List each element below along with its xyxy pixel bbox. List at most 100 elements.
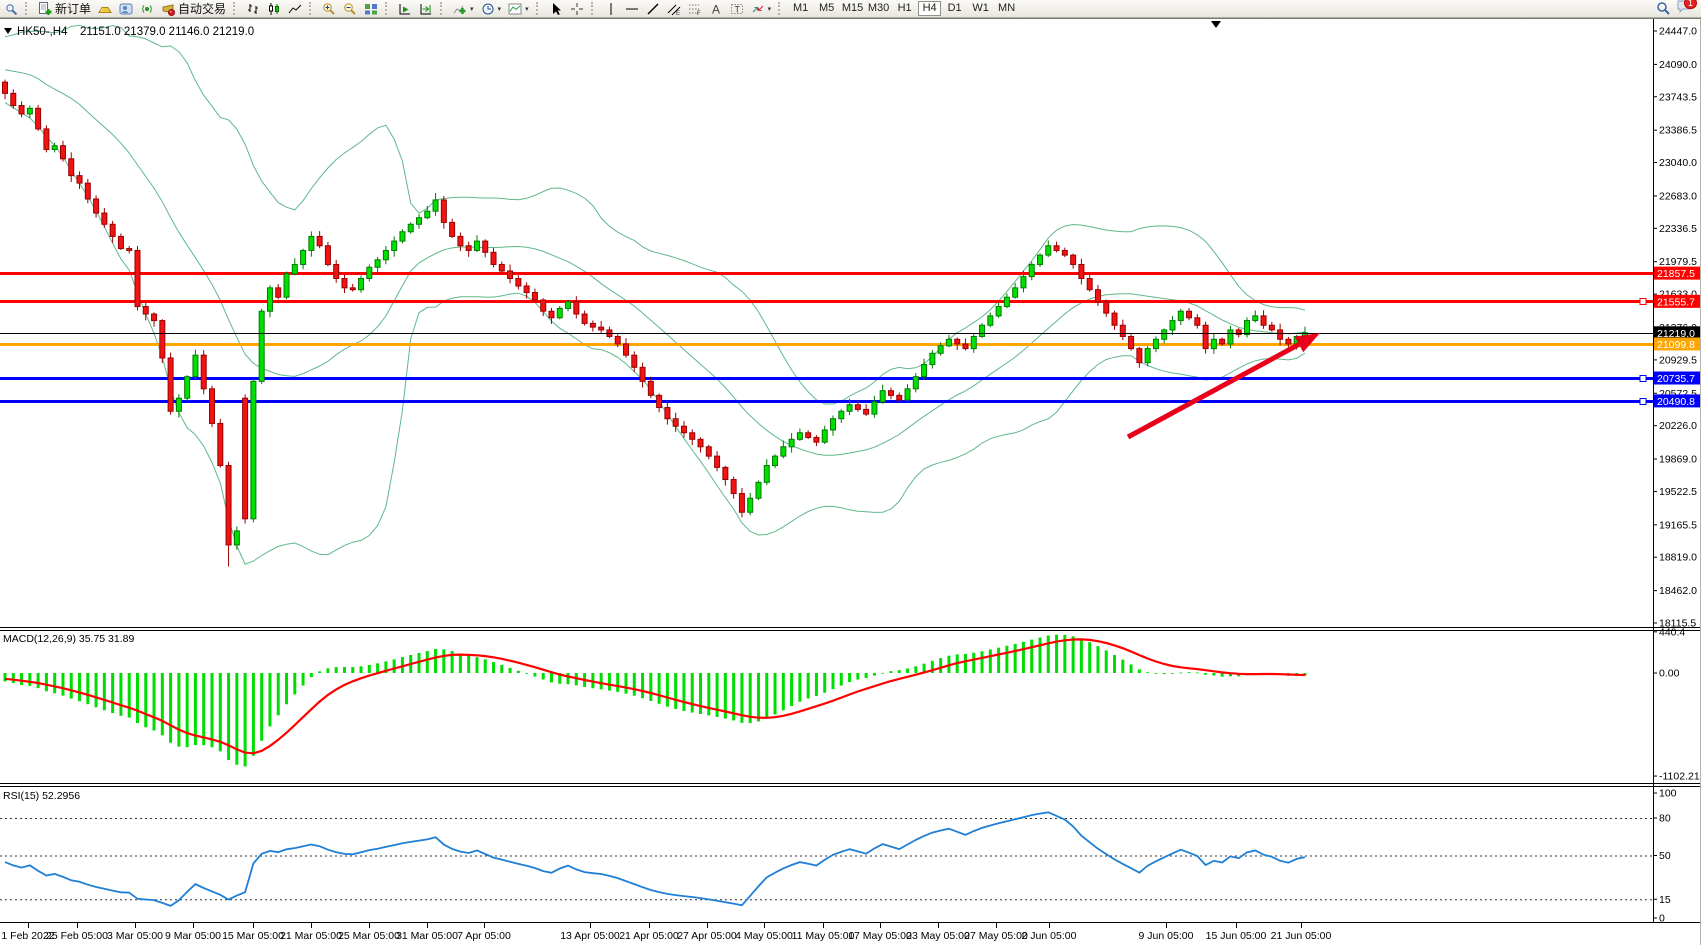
arrows-button[interactable]: ▾ [748,1,775,17]
svg-text:17 May 05:00: 17 May 05:00 [848,930,912,942]
timeframe-m1[interactable]: M1 [788,1,813,16]
svg-text:A: A [712,2,720,16]
svg-text:24090.0: 24090.0 [1659,59,1697,71]
auto-trading-button[interactable]: 自动交易 [158,1,229,17]
market-watch-button[interactable] [2,1,21,17]
toolbar-gripper [440,2,446,15]
svg-text:22336.5: 22336.5 [1659,223,1697,235]
svg-text:19522.5: 19522.5 [1659,486,1697,498]
toolbar-gripper [778,2,784,15]
zoom-in-button[interactable] [319,1,339,17]
bar-chart-icon [246,2,260,16]
trendline-icon [646,2,660,16]
svg-text:20490.8: 20490.8 [1657,396,1695,408]
sound-icon [140,2,154,16]
sound-button[interactable] [137,1,157,17]
trendline-button[interactable] [643,1,663,17]
equidistant-channel-button[interactable]: E [664,1,684,17]
svg-text:100: 100 [1659,788,1677,800]
line-chart-icon [288,2,302,16]
periods-icon [481,2,495,16]
chart-canvas[interactable]: 24447.024090.023743.523386.523040.022683… [0,0,1701,945]
cursor-button[interactable] [546,1,566,17]
svg-text:15 Jun 05:00: 15 Jun 05:00 [1206,930,1267,942]
svg-text:25 Mar 05:00: 25 Mar 05:00 [338,930,400,942]
text-label-icon: T [730,2,744,16]
svg-text:21555.7: 21555.7 [1657,296,1695,308]
candlestick-chart-icon [267,2,281,16]
templates-icon [508,2,522,16]
timeframe-w1[interactable]: W1 [968,1,993,16]
equidistant-channel-icon: E [667,2,681,16]
new-order-label: 新订单 [55,0,91,17]
svg-text:19869.0: 19869.0 [1659,454,1697,466]
svg-text:T: T [734,4,740,14]
svg-text:31 Mar 05:00: 31 Mar 05:00 [396,930,458,942]
svg-text:9 Jun 05:00: 9 Jun 05:00 [1139,930,1194,942]
accounts-icon [119,2,133,16]
candlestick-chart-button[interactable] [264,1,284,17]
line-chart-button[interactable] [285,1,305,17]
price-badge-21555.7: 21555.7 [1654,295,1701,309]
price-badge-21099.8: 21099.8 [1654,337,1701,351]
svg-text:23743.5: 23743.5 [1659,91,1697,103]
svg-text:440.4: 440.4 [1659,626,1685,638]
tile-windows-button[interactable] [361,1,381,17]
svg-text:21099.8: 21099.8 [1657,339,1695,351]
dropdown-caret-icon: ▾ [768,5,772,13]
toolbar-gripper [385,2,391,15]
svg-text:25 Feb 05:00: 25 Feb 05:00 [46,930,108,942]
timeframe-mn[interactable]: MN [994,1,1019,16]
toolbar-gripper [309,2,315,15]
new-order-button[interactable]: 新订单 [35,1,94,17]
svg-text:50: 50 [1659,850,1671,862]
vertical-line-button[interactable] [601,1,621,17]
auto-trading-icon [161,2,175,16]
market-watch-icon [5,2,18,15]
toolbar: 新订单 自动交易 ▾ ▾ ▾ E F A T ▾ M1M5M15M30H1H4D… [0,0,1701,18]
svg-text:15 Mar 05:00: 15 Mar 05:00 [222,930,284,942]
gold-button[interactable] [95,1,115,17]
svg-text:23386.5: 23386.5 [1659,125,1697,137]
chat-button[interactable]: 1 [1677,0,1693,19]
svg-text:23 May 05:00: 23 May 05:00 [906,930,970,942]
auto-scroll-button[interactable] [395,1,415,17]
zoom-out-button[interactable] [340,1,360,17]
horizontal-line-button[interactable] [622,1,642,17]
fibonacci-button[interactable]: F [685,1,705,17]
dropdown-caret-icon: ▾ [525,5,529,13]
svg-text:20929.5: 20929.5 [1659,354,1697,366]
toolbar-gripper [233,2,239,15]
accounts-button[interactable] [116,1,136,17]
svg-text:21 Mar 05:00: 21 Mar 05:00 [280,930,342,942]
zoom-out-icon [343,2,357,16]
dropdown-caret-icon: ▾ [470,5,474,13]
timeframe-h4[interactable]: H4 [918,1,941,16]
bar-chart-button[interactable] [243,1,263,17]
search-icon[interactable] [1656,1,1671,16]
svg-text:27 May 05:00: 27 May 05:00 [964,930,1028,942]
svg-text:13 Apr 05:00: 13 Apr 05:00 [560,930,620,942]
rsi-label: RSI(15) 52.2956 [3,790,80,802]
timeframe-m30[interactable]: M30 [866,1,891,16]
timeframe-bar: M1M5M15M30H1H4D1W1MN [788,1,1019,16]
svg-text:9 Mar 05:00: 9 Mar 05:00 [165,930,221,942]
auto-scroll-icon [398,2,412,16]
chart-ohlc: 21151.0 21379.0 21146.0 21219.0 [80,26,254,38]
text-button[interactable]: A [706,1,726,17]
tile-windows-icon [364,2,378,16]
chart-title: HK50-,H4 [17,26,68,38]
timeframe-m5[interactable]: M5 [814,1,839,16]
timeframe-m15[interactable]: M15 [840,1,865,16]
svg-text:E: E [676,11,680,16]
chart-shift-button[interactable] [416,1,436,17]
crosshair-button[interactable] [567,1,587,17]
text-label-button[interactable]: T [727,1,747,17]
timeframe-d1[interactable]: D1 [942,1,967,16]
new-order-icon [38,2,52,16]
toolbar-gripper [591,2,597,15]
indicators-button[interactable]: ▾ [450,1,477,17]
timeframe-h1[interactable]: H1 [892,1,917,16]
templates-button[interactable]: ▾ [505,1,532,17]
periods-button[interactable]: ▾ [478,1,505,17]
